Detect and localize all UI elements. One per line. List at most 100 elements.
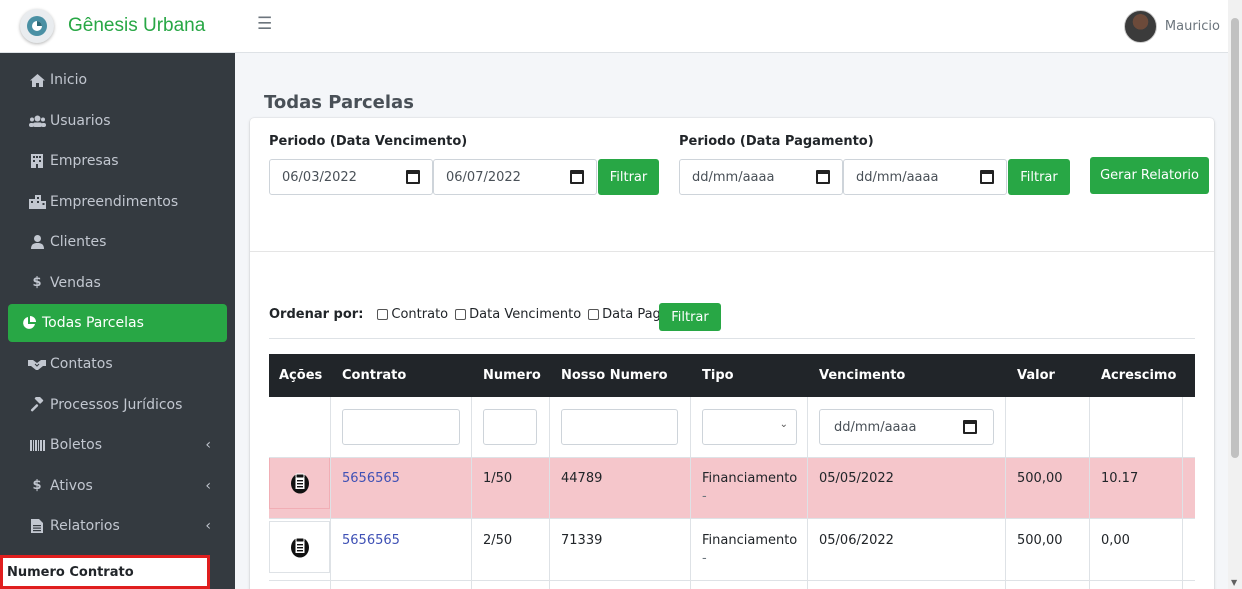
column-header-contrato[interactable]: Contrato: [342, 354, 406, 397]
option-label: Contrato: [391, 307, 449, 322]
sidebar-item-label: Ativos: [50, 477, 93, 494]
clipboard-icon: [290, 473, 309, 494]
sidebar-item-label: Usuarios: [50, 112, 111, 129]
vencimento-filter-input[interactable]: dd/mm/aaaa: [819, 409, 994, 445]
checkbox[interactable]: [588, 309, 600, 320]
order-filter-button[interactable]: Filtrar: [659, 303, 721, 331]
column-divider: [1089, 397, 1090, 589]
page-title: Todas Parcelas: [264, 92, 414, 113]
sidebar-item-usuarios[interactable]: Usuarios: [8, 101, 227, 142]
sidebar-item-clientes[interactable]: Clientes: [8, 222, 227, 263]
tooltip-numero-contrato: Numero Contrato: [0, 555, 210, 589]
order-by-label: Ordenar por:: [269, 307, 364, 322]
numero-filter-input[interactable]: [483, 409, 537, 445]
row-valor: 500,00: [1017, 533, 1063, 548]
user-menu[interactable]: Mauricio: [1123, 10, 1220, 43]
sidebar-item-ativos[interactable]: $ Ativos ‹: [8, 466, 227, 507]
column-divider: [807, 397, 808, 589]
row-action-button[interactable]: [269, 521, 330, 573]
vencimento-start-input[interactable]: 06/03/2022: [269, 159, 433, 195]
order-option-data-pago[interactable]: Data Pago: [588, 307, 669, 322]
column-header-vencimento[interactable]: Vencimento: [819, 354, 905, 397]
order-divider: [269, 338, 1195, 339]
sidebar-item-todas-parcelas[interactable]: Todas Parcelas: [8, 304, 227, 342]
tipo-filter-select[interactable]: ⌄: [702, 409, 797, 445]
row-acrescimo: 0,00: [1101, 533, 1130, 548]
sidebar-item-label: Boletos: [50, 437, 103, 454]
column-divider: [471, 397, 472, 589]
sidebar: Gênesis Urbana Inicio Usuarios Empresas …: [0, 0, 235, 589]
calendar-icon[interactable]: [980, 170, 994, 184]
contrato-filter-input[interactable]: [342, 409, 460, 445]
row-acrescimo: 10.17: [1101, 471, 1139, 486]
sidebar-item-processos-juridicos[interactable]: Processos Jurídicos: [8, 385, 227, 426]
logo-icon: [20, 9, 54, 43]
column-header-numero[interactable]: Numero: [483, 354, 541, 397]
order-option-contrato[interactable]: Contrato: [377, 307, 448, 322]
sidebar-item-empresas[interactable]: Empresas: [8, 141, 227, 182]
vencimento-end-value: 06/07/2022: [446, 169, 521, 185]
chevron-left-icon: ‹: [205, 477, 211, 494]
sidebar-item-label: Relatorios: [50, 518, 120, 535]
chevron-down-icon: ⌄: [779, 419, 788, 430]
column-header-nosso-numero[interactable]: Nosso Numero: [561, 354, 668, 397]
menu-toggle-icon[interactable]: ☰: [257, 14, 272, 34]
vencimento-end-input[interactable]: 06/07/2022: [433, 159, 597, 195]
checkbox[interactable]: [455, 309, 467, 320]
row-tipo: Financiamento: [702, 471, 798, 486]
row-tipo: Financiamento: [702, 533, 798, 548]
sidebar-item-label: Contatos: [50, 356, 113, 373]
sidebar-item-vendas[interactable]: $ Vendas: [8, 263, 227, 304]
sidebar-item-inicio[interactable]: Inicio: [8, 60, 227, 101]
sidebar-item-label: Processos Jurídicos: [50, 396, 183, 413]
vencimento-filter-button[interactable]: Filtrar: [598, 159, 659, 195]
pagamento-label: Periodo (Data Pagamento): [679, 134, 874, 149]
table-row: 5656565 2/50 71339 Financiamento - 05/06…: [269, 519, 1195, 581]
row-nosso-numero: 44789: [561, 471, 603, 486]
row-action-button[interactable]: [269, 457, 330, 509]
column-header-tipo[interactable]: Tipo: [702, 354, 734, 397]
sidebar-item-contatos[interactable]: Contatos: [8, 344, 227, 385]
users-icon: [28, 115, 46, 127]
sidebar-item-empreendimentos[interactable]: Empreendimentos: [8, 182, 227, 223]
page-scrollbar[interactable]: ▼: [1228, 0, 1242, 589]
row-contrato-link[interactable]: 5656565: [342, 533, 400, 548]
checkbox[interactable]: [377, 309, 389, 320]
column-header-acoes[interactable]: Ações: [279, 354, 322, 397]
pagamento-end-input[interactable]: dd/mm/aaaa: [843, 159, 1007, 195]
barcode-icon: [28, 439, 46, 451]
pagamento-filter-button[interactable]: Filtrar: [1008, 159, 1070, 195]
scrollbar-thumb[interactable]: [1231, 18, 1239, 458]
column-header-acrescimo[interactable]: Acrescimo: [1101, 354, 1176, 397]
vencimento-start-value: 06/03/2022: [282, 169, 357, 185]
home-icon: [28, 73, 46, 87]
generate-report-button[interactable]: Gerar Relatorio: [1090, 157, 1209, 194]
date-placeholder: dd/mm/aaaa: [834, 419, 917, 435]
sidebar-item-boletos[interactable]: Boletos ‹: [8, 425, 227, 466]
row-vencimento: 05/05/2022: [819, 471, 894, 486]
row-nosso-numero: 71339: [561, 533, 603, 548]
order-option-data-vencimento[interactable]: Data Vencimento: [455, 307, 581, 322]
sidebar-item-label: Inicio: [50, 72, 88, 89]
row-vencimento: 05/06/2022: [819, 533, 894, 548]
nosso-numero-filter-input[interactable]: [561, 409, 678, 445]
column-header-valor[interactable]: Valor: [1017, 354, 1055, 397]
calendar-icon[interactable]: [406, 170, 420, 184]
chevron-left-icon: ‹: [205, 437, 211, 454]
row-contrato-link[interactable]: 5656565: [342, 471, 400, 486]
row-valor: 500,00: [1017, 471, 1063, 486]
column-divider: [1005, 397, 1006, 589]
column-divider: [330, 397, 331, 589]
sidebar-item-label: Empresas: [50, 153, 119, 170]
sidebar-item-relatorios[interactable]: Relatorios ‹: [8, 506, 227, 547]
row-divider: [269, 457, 1195, 458]
brand-link[interactable]: Gênesis Urbana: [0, 0, 235, 53]
calendar-icon[interactable]: [570, 170, 584, 184]
calendar-icon[interactable]: [963, 420, 977, 434]
calendar-icon[interactable]: [816, 170, 830, 184]
pagamento-start-input[interactable]: dd/mm/aaaa: [679, 159, 843, 195]
file-icon: [28, 519, 46, 534]
top-navbar: ☰ Mauricio: [235, 0, 1228, 53]
scroll-down-icon[interactable]: ▼: [1231, 578, 1237, 587]
card-divider: [250, 251, 1214, 252]
